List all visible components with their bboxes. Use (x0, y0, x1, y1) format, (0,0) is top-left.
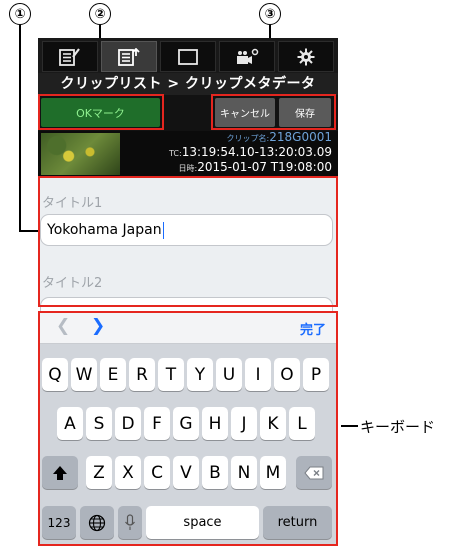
highlight-cancel-save (211, 94, 336, 130)
tab-settings[interactable] (278, 41, 334, 72)
date-label: 日時: (178, 164, 198, 173)
clip-thumbnail (41, 133, 120, 175)
gear-icon (297, 48, 315, 65)
date-row: 日時:2015-01-07 T19:08:00 (125, 160, 332, 176)
leader-line-1-vertical (19, 25, 21, 231)
top-toolbar (38, 38, 338, 73)
tab-clip-metadata[interactable] (101, 41, 157, 72)
clip-name-row: クリップ名:218G0001 (125, 130, 332, 146)
tab-monitor[interactable] (160, 41, 216, 72)
callout-3: ③ (259, 3, 281, 25)
highlight-keyboard (38, 311, 338, 546)
date-value: 2015-01-07 T19:08:00 (197, 160, 332, 174)
clip-name-label: クリップ名: (226, 134, 270, 143)
clip-list-edit-icon (59, 47, 80, 66)
page-title: クリップリスト > クリップメタデータ (38, 73, 338, 95)
leader-line-keyboard (341, 425, 358, 427)
callout-1: ① (9, 3, 31, 25)
camera-settings-icon (237, 48, 259, 64)
highlight-form (38, 176, 338, 307)
timecode-row: TC:13:19:54.10-13:20:03.09 (125, 145, 332, 161)
monitor-icon (178, 48, 198, 65)
timecode-label: TC: (169, 149, 182, 158)
keyboard-annotation-label: キーボード (360, 418, 436, 436)
callout-2: ② (89, 3, 111, 25)
tab-clip-list[interactable] (42, 41, 98, 72)
highlight-ok-mark (38, 94, 164, 130)
clip-name-value: 218G0001 (269, 130, 332, 144)
clip-metadata-icon (118, 47, 140, 66)
tab-camera-settings[interactable] (219, 41, 275, 72)
timecode-value: 13:19:54.10-13:20:03.09 (181, 145, 332, 159)
